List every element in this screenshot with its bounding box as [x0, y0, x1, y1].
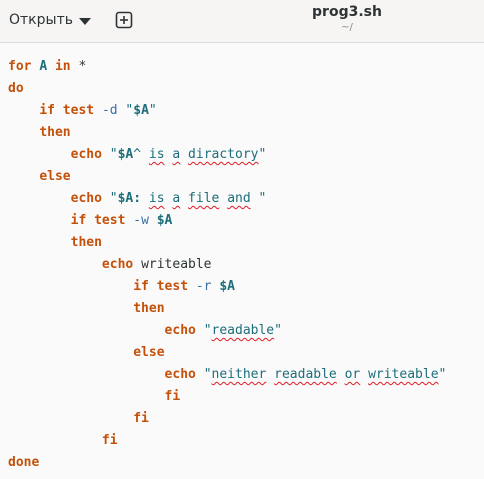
keyword: fi	[133, 411, 149, 426]
keyword: echo	[164, 323, 196, 338]
code-line: then	[8, 122, 446, 144]
option: -w	[133, 213, 149, 228]
keyword: for	[8, 59, 32, 74]
code-line: else	[8, 166, 446, 188]
code-line: for A in *	[8, 56, 446, 78]
keyword: in	[54, 59, 71, 74]
file-path: ~/	[341, 22, 353, 33]
code-line: echo "$A: is a file and "	[8, 188, 446, 210]
keyword: if	[70, 213, 87, 228]
keyword: else	[39, 169, 71, 184]
keyword: then	[133, 301, 165, 316]
string	[219, 191, 227, 206]
string	[337, 367, 345, 382]
code-line: echo writeable	[8, 254, 446, 276]
keyword: then	[39, 125, 71, 140]
keyword: if	[39, 103, 55, 118]
window-title: prog3.sh ~/	[292, 4, 402, 35]
string: diractory	[188, 147, 259, 162]
string: "	[148, 103, 157, 118]
file-name: prog3.sh	[312, 4, 382, 20]
keyword: echo	[70, 191, 102, 206]
string: "	[258, 147, 267, 162]
code-line: echo "neither readable or writeable"	[8, 364, 447, 386]
option: -d	[101, 103, 118, 118]
code-line: fi	[8, 408, 446, 430]
code-view[interactable]: for A in * do if test -d "$A" then echo "…	[8, 56, 446, 474]
string	[180, 191, 188, 206]
code-line: else	[8, 342, 446, 364]
text: *	[78, 59, 87, 74]
string	[360, 367, 368, 382]
keyword: do	[8, 81, 24, 96]
code-line: if test -w $A	[8, 210, 446, 232]
code-line: if test -r $A	[8, 276, 446, 298]
keyword: fi	[164, 389, 181, 404]
string	[180, 147, 188, 162]
string: is	[148, 191, 165, 206]
code-line: echo "$A^ is a diractory"	[8, 144, 446, 166]
keyword: test	[94, 213, 126, 228]
variable: A	[39, 59, 48, 74]
variable: $A	[117, 191, 134, 206]
keyword: echo	[164, 367, 196, 382]
string: or	[344, 367, 361, 382]
string: writeable	[368, 367, 439, 382]
option: -r	[195, 279, 212, 294]
string: "	[203, 367, 212, 382]
string: readable	[274, 367, 337, 382]
code-line: do	[8, 78, 446, 100]
keyword: test	[62, 103, 95, 118]
keyword: echo	[70, 147, 102, 162]
string: :	[133, 191, 149, 206]
code-line: if test -d "$A"	[8, 100, 446, 122]
code-line: then	[8, 232, 446, 254]
keyword: if	[133, 279, 149, 294]
header-bar: Открыть prog3.sh ~/	[0, 0, 484, 43]
string: "	[109, 191, 118, 206]
keyword: test	[156, 279, 189, 294]
string: "	[250, 191, 267, 206]
keyword: then	[70, 235, 102, 250]
string: readable	[211, 323, 275, 338]
code-line: done	[8, 452, 446, 474]
open-button-label: Открыть	[9, 12, 73, 28]
string: "	[203, 323, 212, 338]
keyword: fi	[101, 433, 118, 448]
new-tab-icon[interactable]	[115, 11, 133, 29]
code-line: fi	[8, 430, 446, 452]
string: file	[188, 191, 220, 206]
variable: $A	[219, 279, 235, 294]
variable: $A	[117, 147, 134, 162]
text-editor[interactable]: for A in * do if test -d "$A" then echo "…	[0, 44, 484, 479]
string: and	[227, 191, 251, 206]
keyword: echo	[101, 257, 134, 272]
string: "	[109, 147, 118, 162]
variable: $A	[133, 103, 149, 118]
string: "	[438, 367, 447, 382]
chevron-down-icon	[78, 17, 91, 25]
code-line: fi	[8, 386, 446, 408]
keyword: else	[133, 345, 165, 360]
string: neither	[211, 367, 267, 382]
code-line: echo "readable"	[8, 320, 446, 342]
open-menu-button[interactable]: Открыть	[9, 8, 91, 32]
variable: $A	[156, 213, 173, 228]
string: "	[274, 323, 282, 338]
string: is	[148, 147, 165, 162]
code-line: then	[8, 298, 446, 320]
text: writeable	[141, 257, 212, 272]
string: ^	[133, 147, 149, 162]
keyword: done	[8, 455, 40, 470]
string	[266, 367, 274, 382]
